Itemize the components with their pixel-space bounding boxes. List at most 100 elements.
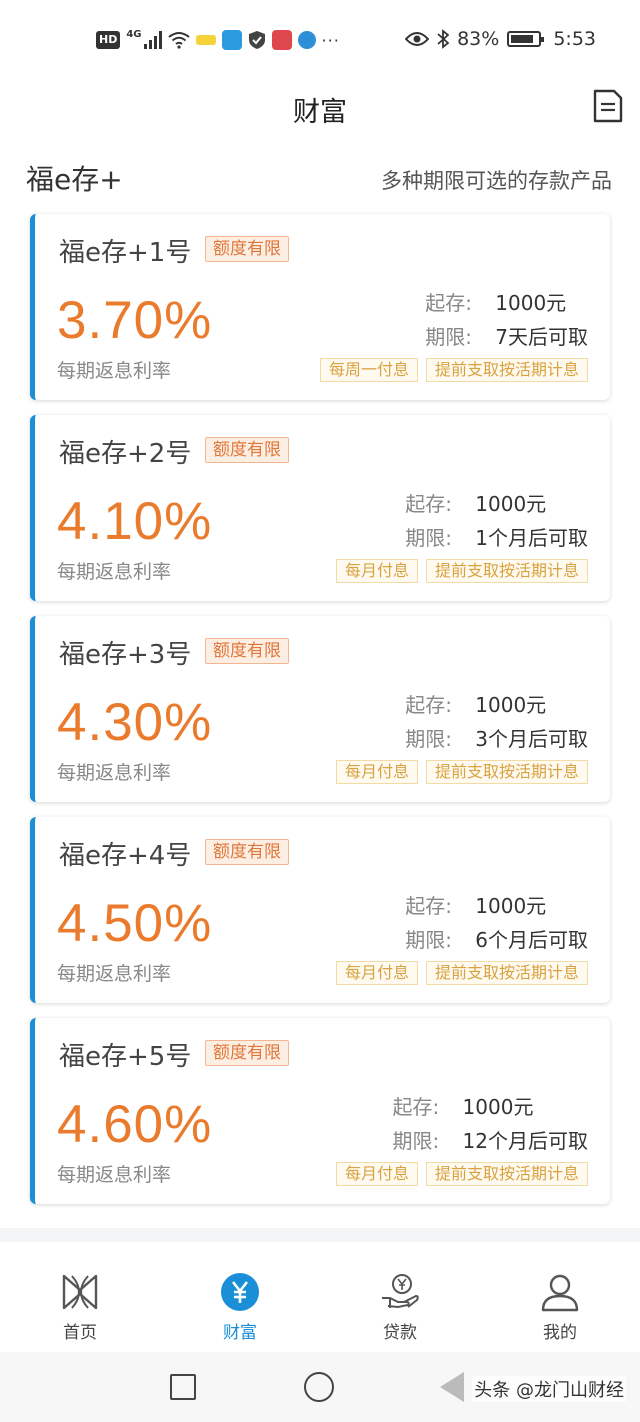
product-info: 起存: 1000元 期限: 12个月后可取: [393, 1088, 588, 1156]
term-value: 6个月后可取: [475, 927, 588, 952]
app-icon: [297, 31, 316, 49]
product-info: 起存: 1000元 期限: 1个月后可取: [405, 485, 588, 553]
home-button[interactable]: [304, 1372, 334, 1402]
battery-percent: 83%: [457, 28, 500, 50]
interest-rate-label: 每期返息利率: [57, 360, 172, 382]
shield-icon: [248, 31, 265, 49]
interest-rate-label: 每期返息利率: [57, 1164, 172, 1186]
app-icon: [195, 35, 216, 45]
interest-rate: 4.30%: [57, 693, 213, 752]
interest-payment-badge: 每月付息: [335, 961, 418, 985]
product-card[interactable]: 福e存+3号 额度有限 4.30% 每期返息利率 起存: 1000元 期限: 3个月后可取 每月…: [30, 616, 610, 802]
eye-icon: [405, 32, 430, 46]
interest-rate-label: 每期返息利率: [57, 561, 172, 583]
interest-payment-badge: 每月付息: [335, 1162, 418, 1186]
wifi-icon: [167, 32, 190, 49]
limited-quota-tag: 额度有限: [205, 1040, 289, 1066]
term-value: 12个月后可取: [462, 1128, 588, 1153]
term-label: 期限:: [405, 525, 453, 550]
battery-icon: [507, 31, 545, 47]
system-nav-bar: 头条 @龙门山财经: [0, 1352, 640, 1422]
early-withdrawal-badge: 提前支取按活期计息: [425, 760, 588, 784]
app-icon: [221, 30, 242, 50]
term-value: 1个月后可取: [475, 525, 588, 550]
recent-apps-button[interactable]: [170, 1374, 196, 1400]
product-name: 福e存+5号: [59, 1042, 192, 1072]
interest-rate: 4.60%: [57, 1095, 213, 1154]
term-label: 期限:: [425, 324, 473, 349]
interest-payment-badge: 每月付息: [335, 760, 418, 784]
term-value: 3个月后可取: [475, 726, 588, 751]
min-deposit-value: 1000元: [475, 692, 547, 717]
min-deposit-value: 1000元: [475, 491, 547, 516]
product-info: 起存: 1000元 期限: 3个月后可取: [405, 686, 588, 754]
early-withdrawal-badge: 提前支取按活期计息: [425, 559, 588, 583]
product-card[interactable]: 福e存+4号 额度有限 4.50% 每期返息利率 起存: 1000元 期限: 6个月后可取 每月…: [30, 817, 610, 1003]
section-title: 福e存+: [26, 163, 123, 196]
tab-home[interactable]: 首页: [35, 1272, 125, 1343]
term-label: 期限:: [392, 1128, 440, 1153]
interest-rate-label: 每期返息利率: [57, 963, 172, 985]
product-card[interactable]: 福e存+2号 额度有限 4.10% 每期返息利率 起存: 1000元 期限: 1个月后可取每月…: [30, 415, 610, 601]
tab-loan[interactable]: 贷款: [355, 1272, 445, 1343]
min-deposit-value: 1000元: [462, 1094, 534, 1119]
product-name: 福e存+3号: [59, 640, 192, 670]
product-name: 福e存+1号: [59, 238, 192, 268]
product-name: 福e存+2号: [59, 439, 192, 469]
bottom-tab-bar: 首页 财富 贷款 我的: [0, 1242, 640, 1352]
bluetooth-icon: [437, 29, 450, 49]
early-withdrawal-badge: 提前支取按活期计息: [425, 961, 588, 985]
feature-badges: 每月付息 提前支取按活期计息: [335, 760, 588, 784]
product-info: 起存: 1000元 期限: 6个月后可取: [405, 887, 588, 955]
min-deposit-label: 起存:: [405, 893, 453, 918]
term-value: 7天后可取: [495, 324, 588, 349]
product-card[interactable]: 福e存+5号 额度有限 4.60% 每期返息利率 起存: 1000元 期限: 12个月后可取每…: [30, 1018, 610, 1204]
limited-quota-tag: 额度有限: [205, 638, 289, 664]
interest-payment-badge: 每周一付息: [319, 358, 418, 382]
app-header: 财富: [0, 80, 640, 136]
min-deposit-value: 1000元: [495, 290, 567, 315]
loan-icon: [382, 1274, 419, 1309]
interest-payment-badge: 每月付息: [335, 559, 418, 583]
tab-profile[interactable]: 我的: [515, 1272, 605, 1343]
min-deposit-value: 1000元: [475, 893, 547, 918]
home-icon: [62, 1274, 98, 1310]
interest-rate: 4.50%: [57, 894, 213, 953]
early-withdrawal-badge: 提前支取按活期计息: [425, 358, 588, 382]
clock-time: 5:53: [553, 28, 596, 50]
wealth-icon: [221, 1273, 259, 1311]
tabbar-divider: [0, 1228, 640, 1242]
tab-wealth-label: 财富: [223, 1323, 257, 1343]
limited-quota-tag: 额度有限: [205, 437, 289, 463]
page-title: 财富: [293, 97, 347, 128]
section-description: 多种期限可选的存款产品: [381, 169, 612, 193]
interest-rate: 4.10%: [57, 492, 213, 551]
back-button[interactable]: [440, 1372, 464, 1402]
term-label: 期限:: [405, 726, 453, 751]
more-icon: ···: [321, 30, 340, 50]
app-icon: [271, 30, 292, 50]
profile-icon: [541, 1274, 579, 1312]
feature-badges: 每月付息 提前支取按活期计息: [335, 1162, 588, 1186]
min-deposit-label: 起存:: [392, 1094, 440, 1119]
limited-quota-tag: 额度有限: [205, 236, 289, 262]
feature-badges: 每月付息 提前支取按活期计息: [335, 559, 588, 583]
min-deposit-label: 起存:: [405, 491, 453, 516]
tab-home-label: 首页: [63, 1323, 97, 1343]
limited-quota-tag: 额度有限: [205, 839, 289, 865]
network-label: 4G: [126, 28, 142, 40]
interest-rate: 3.70%: [57, 291, 213, 350]
feature-badges: 每月付息 提前支取按活期计息: [335, 961, 588, 985]
min-deposit-label: 起存:: [425, 290, 473, 315]
tab-wealth[interactable]: 财富: [195, 1272, 285, 1343]
term-label: 期限:: [405, 927, 453, 952]
status-bar: HD 4G ··· 83% 5:53: [0, 0, 640, 80]
product-card[interactable]: 福e存+1号 额度有限 3.70% 每期返息利率 起存: 1000元 期限: 7天后可取每周一…: [30, 214, 610, 400]
watermark: 头条 @龙门山财经: [472, 1376, 626, 1402]
product-info: 起存: 1000元 期限: 7天后可取: [425, 284, 588, 352]
feature-badges: 每周一付息 提前支取按活期计息: [319, 358, 588, 382]
signal-icon: [143, 31, 162, 49]
tab-loan-label: 贷款: [383, 1323, 417, 1343]
document-icon[interactable]: [592, 88, 624, 124]
early-withdrawal-badge: 提前支取按活期计息: [425, 1162, 588, 1186]
